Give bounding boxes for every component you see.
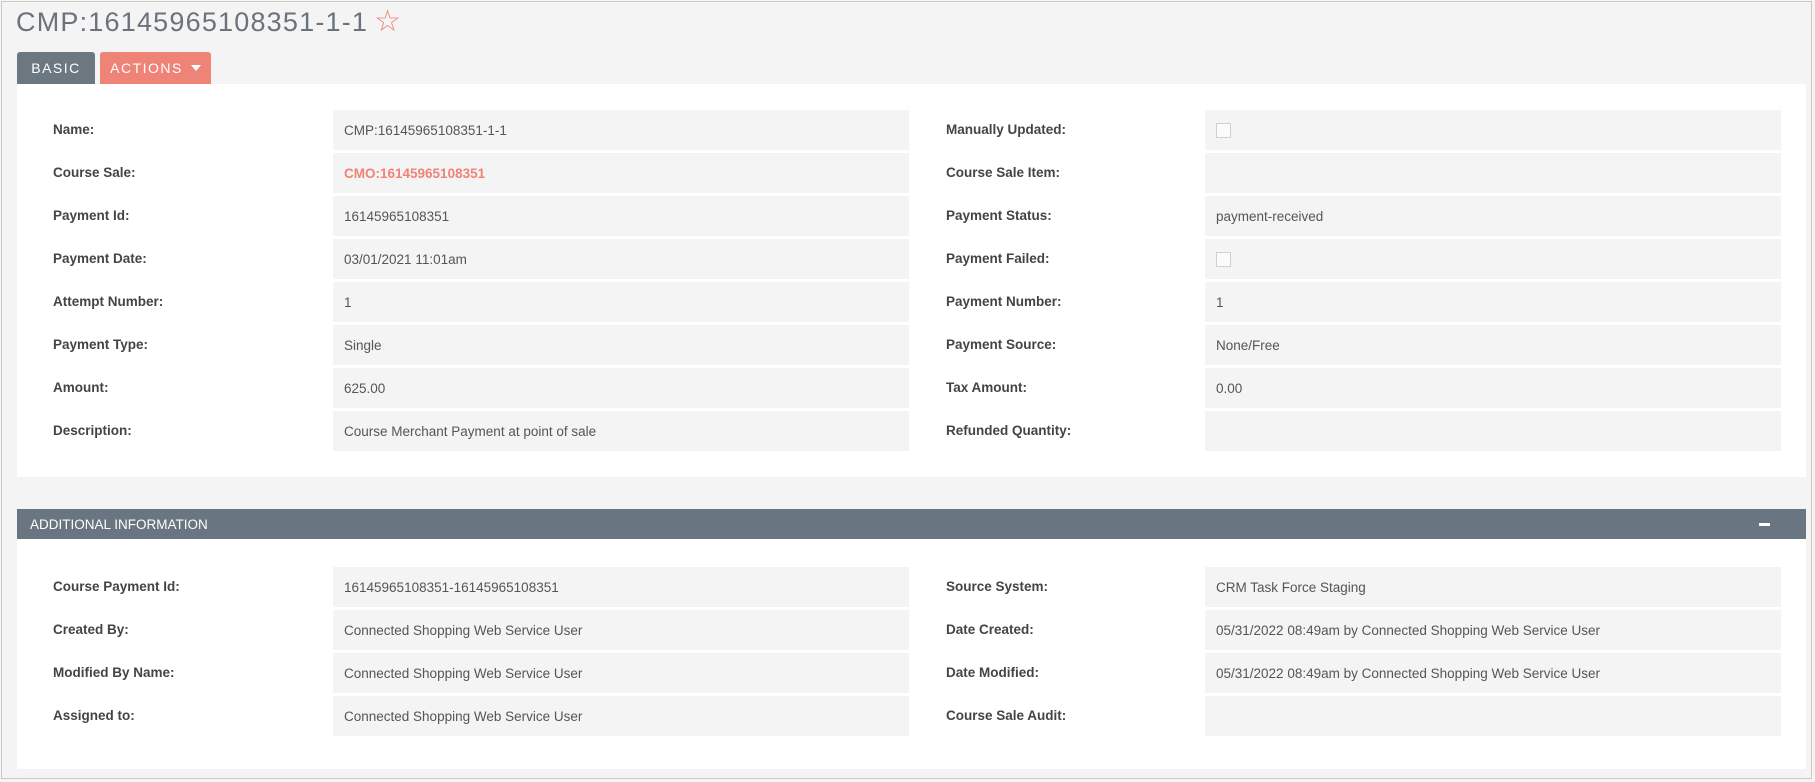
- date-modified-label: Date Modified:: [946, 665, 1039, 680]
- attempt-number-label: Attempt Number:: [53, 294, 164, 309]
- payment-status-value: payment-received: [1205, 196, 1781, 236]
- additional-information-title: ADDITIONAL INFORMATION: [30, 517, 208, 532]
- amount-label: Amount:: [53, 380, 109, 395]
- payment-number-label: Payment Number:: [946, 294, 1062, 309]
- payment-failed-value: [1205, 239, 1781, 279]
- amount-value: 625.00: [333, 368, 909, 408]
- favorite-star-icon[interactable]: ☆: [374, 7, 401, 37]
- payment-type-label: Payment Type:: [53, 337, 149, 352]
- tax-amount-label: Tax Amount:: [946, 380, 1027, 395]
- date-modified-value: 05/31/2022 08:49am by Connected Shopping…: [1205, 653, 1781, 693]
- created-by-value: Connected Shopping Web Service User: [333, 610, 909, 650]
- course-sale-item-label: Course Sale Item:: [946, 165, 1061, 180]
- refunded-quantity-value: [1205, 411, 1781, 451]
- payment-date-label: Payment Date:: [53, 251, 147, 266]
- refunded-quantity-label: Refunded Quantity:: [946, 423, 1072, 438]
- course-sale-item-value: [1205, 153, 1781, 193]
- manually-updated-label: Manually Updated:: [946, 122, 1067, 137]
- name-label: Name:: [53, 122, 95, 137]
- modified-by-name-value: Connected Shopping Web Service User: [333, 653, 909, 693]
- payment-failed-label: Payment Failed:: [946, 251, 1050, 266]
- manually-updated-value: [1205, 110, 1781, 150]
- payment-source-label: Payment Source:: [946, 337, 1057, 352]
- actions-dropdown-button[interactable]: ACTIONS: [100, 52, 211, 84]
- created-by-label: Created By:: [53, 622, 129, 637]
- date-created-value: 05/31/2022 08:49am by Connected Shopping…: [1205, 610, 1781, 650]
- payment-type-value: Single: [333, 325, 909, 365]
- modified-by-name-label: Modified By Name:: [53, 665, 175, 680]
- detail-view: CMP:16145965108351-1-1 ☆ BASIC ACTIONS N…: [1, 1, 1812, 779]
- payment-number-value: 1: [1205, 282, 1781, 322]
- payment-date-value: 03/01/2021 11:01am: [333, 239, 909, 279]
- course-payment-id-value: 16145965108351-16145965108351: [333, 567, 909, 607]
- course-sale-audit-value: [1205, 696, 1781, 736]
- description-value: Course Merchant Payment at point of sale: [333, 411, 909, 451]
- source-system-label: Source System:: [946, 579, 1049, 594]
- title-row: CMP:16145965108351-1-1 ☆: [16, 4, 401, 40]
- additional-panel: Course Payment Id: 16145965108351-161459…: [17, 539, 1806, 769]
- payment-failed-checkbox: [1216, 252, 1231, 267]
- course-sale-audit-label: Course Sale Audit:: [946, 708, 1067, 723]
- description-label: Description:: [53, 423, 132, 438]
- minus-icon[interactable]: [1759, 523, 1770, 526]
- course-sale-label: Course Sale:: [53, 165, 136, 180]
- actions-label: ACTIONS: [110, 60, 183, 76]
- source-system-value: CRM Task Force Staging: [1205, 567, 1781, 607]
- tab-basic[interactable]: BASIC: [17, 52, 95, 84]
- name-value: CMP:16145965108351-1-1: [333, 110, 909, 150]
- manually-updated-checkbox: [1216, 123, 1231, 138]
- attempt-number-value: 1: [333, 282, 909, 322]
- course-payment-id-label: Course Payment Id:: [53, 579, 180, 594]
- course-sale-link[interactable]: CMO:16145965108351: [344, 166, 485, 181]
- payment-id-value: 16145965108351: [333, 196, 909, 236]
- basic-panel: Name: CMP:16145965108351-1-1 Course Sale…: [17, 84, 1806, 477]
- assigned-to-value: Connected Shopping Web Service User: [333, 696, 909, 736]
- payment-id-label: Payment Id:: [53, 208, 130, 223]
- caret-down-icon: [190, 65, 201, 71]
- date-created-label: Date Created:: [946, 622, 1034, 637]
- payment-source-value: None/Free: [1205, 325, 1781, 365]
- course-sale-value: CMO:16145965108351: [333, 153, 909, 193]
- page-title: CMP:16145965108351-1-1: [16, 6, 369, 37]
- tax-amount-value: 0.00: [1205, 368, 1781, 408]
- payment-status-label: Payment Status:: [946, 208, 1052, 223]
- tab-basic-label: BASIC: [31, 60, 81, 76]
- additional-information-header[interactable]: ADDITIONAL INFORMATION: [17, 509, 1806, 540]
- assigned-to-label: Assigned to:: [53, 708, 135, 723]
